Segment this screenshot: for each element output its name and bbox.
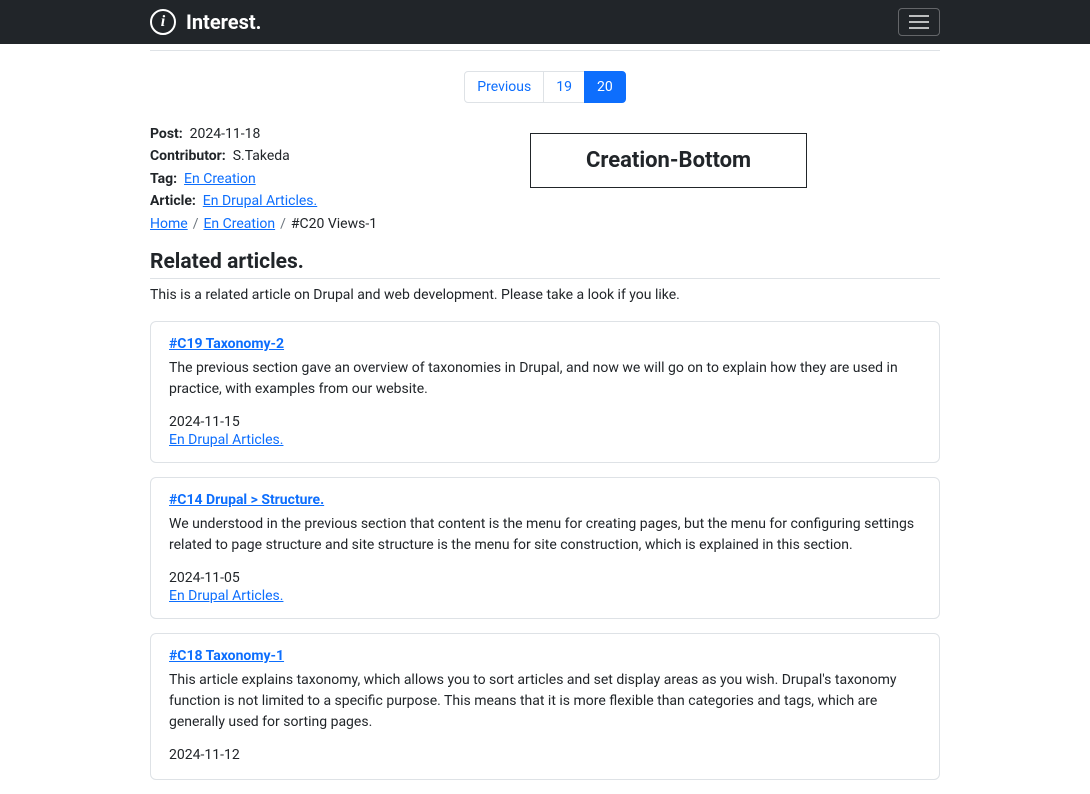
related-card-date: 2024-11-15 — [169, 414, 921, 430]
breadcrumb-home[interactable]: Home — [150, 216, 188, 232]
breadcrumb-category[interactable]: En Creation — [203, 216, 275, 232]
meta-contributor: Contributor: S.Takeda — [150, 145, 377, 167]
brand-link[interactable]: i Interest. — [150, 9, 261, 35]
related-card-title-link[interactable]: #C18 Taxonomy-1 — [169, 648, 284, 664]
related-card: #C18 Taxonomy-1 This article explains ta… — [150, 633, 940, 780]
meta-article-link[interactable]: En Drupal Articles. — [203, 193, 317, 209]
related-card-desc: The previous section gave an overview of… — [169, 358, 921, 400]
brand-text: Interest. — [186, 10, 261, 34]
related-card-title-link[interactable]: #C19 Taxonomy-2 — [169, 336, 284, 352]
pagination-page-19[interactable]: 19 — [543, 71, 585, 103]
related-card: #C14 Drupal > Structure. We understood i… — [150, 477, 940, 619]
hamburger-button[interactable] — [898, 8, 940, 36]
breadcrumb: Home/En Creation/#C20 Views-1 — [150, 213, 377, 235]
related-card-desc: This article explains taxonomy, which al… — [169, 670, 921, 733]
related-card-category-link[interactable]: En Drupal Articles. — [169, 588, 283, 604]
related-heading: Related articles. — [150, 250, 940, 279]
pagination-previous[interactable]: Previous — [464, 71, 544, 103]
creation-banner: Creation-Bottom — [530, 133, 807, 188]
related-card-desc: We understood in the previous section th… — [169, 514, 921, 556]
navbar: i Interest. — [0, 0, 1090, 44]
related-card-date: 2024-11-05 — [169, 570, 921, 586]
breadcrumb-current: #C20 Views-1 — [291, 216, 377, 232]
related-card-date: 2024-11-12 — [169, 747, 921, 763]
related-card: #C19 Taxonomy-2 The previous section gav… — [150, 321, 940, 463]
top-separator — [150, 50, 940, 51]
meta-article: Article: En Drupal Articles. — [150, 190, 377, 212]
info-icon: i — [150, 9, 176, 35]
related-intro: This is a related article on Drupal and … — [150, 287, 940, 303]
pagination: Previous 19 20 — [150, 71, 940, 103]
meta-tag: Tag: En Creation — [150, 168, 377, 190]
hamburger-icon — [909, 15, 929, 29]
meta-tag-link[interactable]: En Creation — [184, 171, 256, 187]
related-card-category-link[interactable]: En Drupal Articles. — [169, 432, 283, 448]
meta-post: Post: 2024-11-18 — [150, 123, 377, 145]
related-card-title-link[interactable]: #C14 Drupal > Structure. — [169, 492, 324, 508]
pagination-page-20: 20 — [584, 71, 626, 103]
